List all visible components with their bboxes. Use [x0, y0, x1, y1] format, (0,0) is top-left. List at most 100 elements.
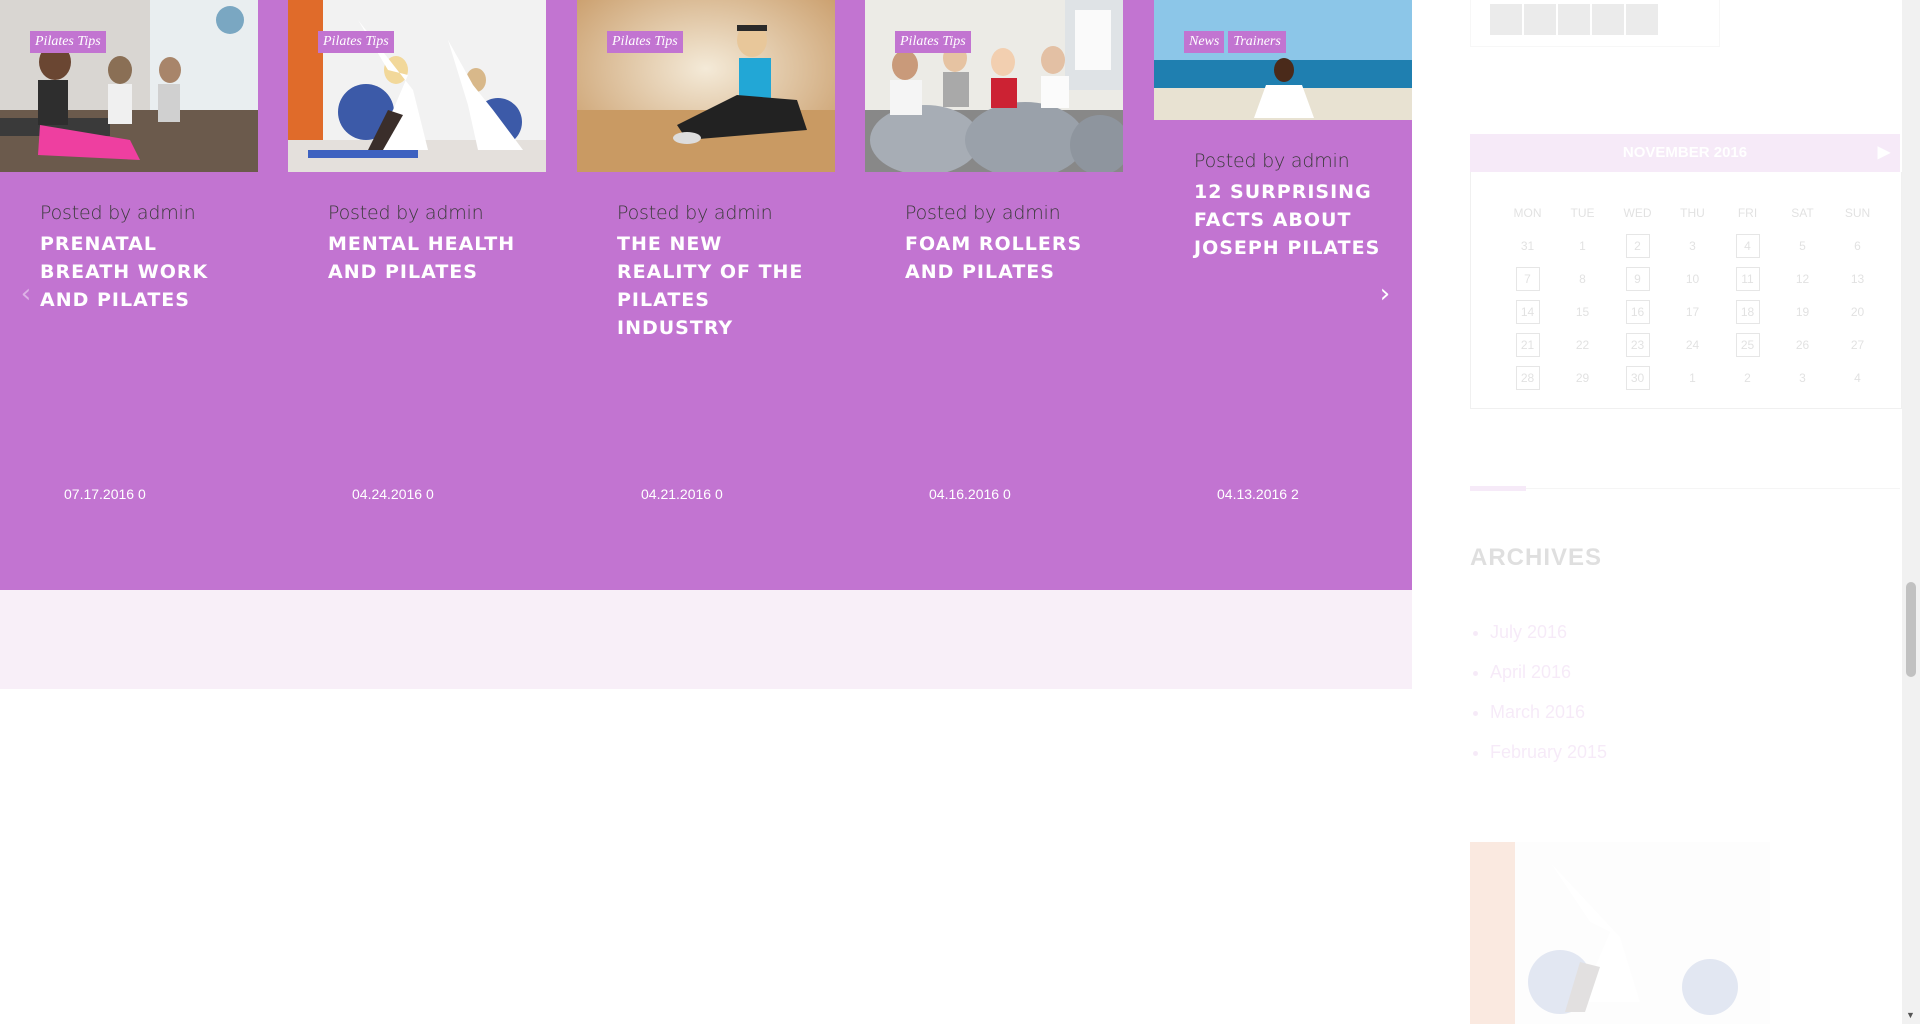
- calendar-day: 1: [1689, 370, 1696, 385]
- calendar-month: NOVEMBER 2016: [1622, 144, 1748, 161]
- calendar-weekday: THU: [1680, 205, 1705, 220]
- category-tag[interactable]: Pilates Tips: [895, 31, 971, 53]
- post-thumbnail-beach-meditation[interactable]: [1154, 0, 1412, 120]
- comment-count[interactable]: 0: [1003, 486, 1011, 502]
- calendar-day: 8: [1579, 271, 1586, 286]
- scroll-down-arrow-icon[interactable]: ▼: [1906, 1010, 1915, 1020]
- calendar-cell: 11: [1720, 266, 1775, 291]
- gallery-thumbnail[interactable]: [1490, 4, 1522, 35]
- post-title[interactable]: 12 Surprising Facts About Joseph Pilates: [1194, 178, 1394, 262]
- comment-count[interactable]: 0: [426, 486, 434, 502]
- post-thumbnail-foam-roller-group[interactable]: [865, 0, 1123, 172]
- calendar-day-link[interactable]: 23: [1625, 332, 1650, 357]
- gallery-thumbnail[interactable]: [1592, 4, 1624, 35]
- calendar-week-row: 28 29 30 1 2 3 4: [1500, 361, 1886, 394]
- post-date: 04.24.2016: [352, 486, 423, 502]
- chevron-right-icon[interactable]: ›: [1373, 279, 1397, 309]
- post-card[interactable]: Pilates Tips Posted by admin Mental Heal…: [288, 0, 546, 590]
- post-thumbnail-floor-stretch[interactable]: [577, 0, 835, 172]
- comment-count[interactable]: 2: [1291, 486, 1299, 502]
- calendar-day-link[interactable]: 2: [1625, 233, 1650, 258]
- calendar-weekday: WED: [1623, 205, 1652, 220]
- scrollbar-thumb[interactable]: [1906, 582, 1916, 677]
- post-meta: 07.17.2016 0: [64, 486, 146, 502]
- calendar-day-link[interactable]: 18: [1735, 299, 1760, 324]
- calendar-day-link[interactable]: 9: [1625, 266, 1650, 291]
- post-thumbnail-pilates-class[interactable]: [0, 0, 258, 172]
- calendar-day: 19: [1795, 304, 1810, 319]
- calendar-cell: 1: [1555, 235, 1610, 257]
- chevron-left-icon[interactable]: ‹: [14, 279, 38, 309]
- post-thumbnail-stretching-pair[interactable]: [288, 0, 546, 172]
- sidebar-promo-image[interactable]: [1470, 842, 1770, 1024]
- calendar-cell: 12: [1775, 268, 1830, 290]
- calendar-day-link[interactable]: 7: [1515, 266, 1540, 291]
- calendar-weekday: SUN: [1844, 205, 1871, 220]
- calendar-cell: 4: [1720, 233, 1775, 258]
- archive-link[interactable]: February 2015: [1490, 732, 1607, 772]
- calendar-day: 29: [1575, 370, 1590, 385]
- calendar-day-link[interactable]: 14: [1515, 299, 1540, 324]
- calendar-day: 5: [1799, 238, 1806, 253]
- calendar-cell: 31: [1500, 235, 1555, 257]
- calendar-cell: 25: [1720, 332, 1775, 357]
- calendar-day: 4: [1854, 370, 1861, 385]
- calendar-day-link[interactable]: 16: [1625, 299, 1650, 324]
- post-date: 07.17.2016: [64, 486, 135, 502]
- post-title[interactable]: Foam Rollers and Pilates: [905, 230, 1105, 286]
- divider: [1470, 488, 1900, 489]
- calendar-cell: 26: [1775, 334, 1830, 356]
- archive-link[interactable]: April 2016: [1490, 652, 1607, 692]
- comment-count[interactable]: 0: [715, 486, 723, 502]
- post-author: Posted by admin: [328, 202, 484, 224]
- calendar-day: 24: [1685, 337, 1700, 352]
- category-tag[interactable]: Pilates Tips: [318, 31, 394, 53]
- instagram-widget: [1470, 0, 1720, 47]
- post-card[interactable]: Pilates Tips Posted by admin Prenatal Br…: [0, 0, 258, 590]
- calendar-cell: 15: [1555, 301, 1610, 323]
- post-card[interactable]: Pilates Tips Posted by admin Foam Roller…: [865, 0, 1123, 590]
- archive-link[interactable]: March 2016: [1490, 692, 1607, 732]
- calendar-day: 15: [1575, 304, 1590, 319]
- calendar-day-link[interactable]: 11: [1735, 266, 1760, 291]
- post-meta: 04.21.2016 0: [641, 486, 723, 502]
- calendar-day-link[interactable]: 25: [1735, 332, 1760, 357]
- calendar-cell: 20: [1830, 301, 1885, 323]
- archive-link[interactable]: July 2016: [1490, 612, 1607, 652]
- calendar-day-link[interactable]: 4: [1735, 233, 1760, 258]
- calendar-day-link[interactable]: 28: [1515, 365, 1540, 390]
- calendar-cell: 10: [1665, 268, 1720, 290]
- calendar-weekday: SAT: [1791, 205, 1814, 220]
- calendar-cell: 28: [1500, 365, 1555, 390]
- recent-posts-carousel: Pilates Tips Posted by admin Prenatal Br…: [0, 0, 1412, 590]
- calendar-day: 22: [1575, 337, 1590, 352]
- category-tag[interactable]: Pilates Tips: [607, 31, 683, 53]
- calendar-day: 20: [1850, 304, 1865, 319]
- category-tag[interactable]: News: [1184, 31, 1225, 53]
- calendar-cell: 18: [1720, 299, 1775, 324]
- category-tag[interactable]: Trainers: [1228, 31, 1286, 53]
- calendar-cell: 9: [1610, 266, 1665, 291]
- calendar-cell: 8: [1555, 268, 1610, 290]
- post-title[interactable]: Mental Health and Pilates: [328, 230, 528, 286]
- category-tag[interactable]: Pilates Tips: [30, 31, 106, 53]
- gallery-thumbnail[interactable]: [1558, 4, 1590, 35]
- calendar-weekday: MON: [1513, 205, 1542, 220]
- calendar-day-link[interactable]: 30: [1625, 365, 1650, 390]
- calendar-day: 31: [1520, 238, 1535, 253]
- section-divider-band: [0, 590, 1412, 689]
- calendar-day: 3: [1799, 370, 1806, 385]
- calendar-cell: 1: [1665, 367, 1720, 389]
- calendar-weekday: TUE: [1570, 205, 1595, 220]
- post-title[interactable]: Prenatal Breath Work and Pilates: [40, 230, 240, 314]
- calendar-cell: 17: [1665, 301, 1720, 323]
- post-card[interactable]: Pilates Tips Posted by admin The New Rea…: [577, 0, 835, 590]
- calendar-cell: 7: [1500, 266, 1555, 291]
- gallery-thumbnail[interactable]: [1524, 4, 1556, 35]
- calendar-day-link[interactable]: 21: [1515, 332, 1540, 357]
- gallery-thumbnail[interactable]: [1626, 4, 1658, 35]
- comment-count[interactable]: 0: [138, 486, 146, 502]
- arrow-right-icon[interactable]: ▶: [1878, 134, 1890, 172]
- page-scrollbar[interactable]: ▼: [1902, 0, 1920, 1024]
- post-title[interactable]: The New Reality of the Pilates Industry: [617, 230, 817, 342]
